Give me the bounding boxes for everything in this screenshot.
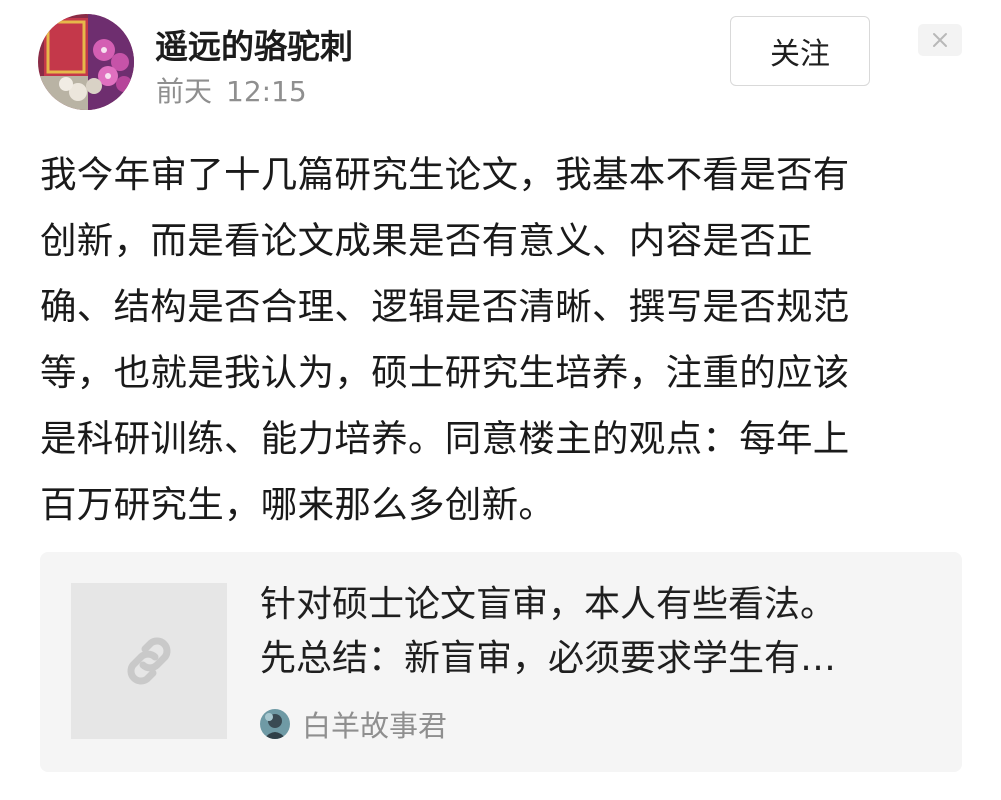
author-name[interactable]: 遥远的骆驼刺	[155, 20, 353, 68]
link-title-line: 先总结：新盲审，必须要求学生有…	[260, 638, 837, 679]
post-content-line: 百万研究生，哪来那么多创新。	[40, 483, 556, 526]
post-content-line: 等，也就是我认为，硕士研究生培养，注重的应该	[40, 351, 850, 394]
post-timestamp: 前天 12:15	[156, 70, 307, 110]
post-time: 12:15	[226, 75, 307, 108]
link-thumbnail	[71, 583, 227, 739]
author-avatar[interactable]	[38, 14, 134, 110]
post-content-line: 我今年审了十几篇研究生论文，我基本不看是否有	[40, 153, 850, 196]
link-author: 白羊故事君	[260, 704, 447, 744]
avatar-flowers-icon	[38, 14, 134, 110]
post-content: 我今年审了十几篇研究生论文，我基本不看是否有 创新，而是看论文成果是否有意义、内…	[40, 142, 965, 538]
link-title-line: 针对硕士论文盲审，本人有些看法。	[260, 584, 837, 625]
link-title: 针对硕士论文盲审，本人有些看法。 先总结：新盲审，必须要求学生有…	[260, 578, 940, 686]
post-content-line: 是科研训练、能力培养。同意楼主的观点：每年上	[40, 417, 850, 460]
follow-button[interactable]: 关注	[730, 16, 870, 86]
post-content-line: 创新，而是看论文成果是否有意义、内容是否正	[40, 219, 813, 262]
dismiss-button[interactable]	[918, 24, 962, 56]
shared-link-card[interactable]: 针对硕士论文盲审，本人有些看法。 先总结：新盲审，必须要求学生有… 白羊故事君	[40, 552, 962, 772]
link-icon	[127, 637, 171, 685]
link-author-name: 白羊故事君	[302, 709, 448, 743]
link-author-avatar	[260, 709, 290, 739]
author-avatar-icon	[260, 709, 290, 739]
close-icon	[933, 33, 947, 47]
post-content-line: 确、结构是否合理、逻辑是否清晰、撰写是否规范	[40, 285, 850, 328]
post-date: 前天	[156, 75, 213, 108]
